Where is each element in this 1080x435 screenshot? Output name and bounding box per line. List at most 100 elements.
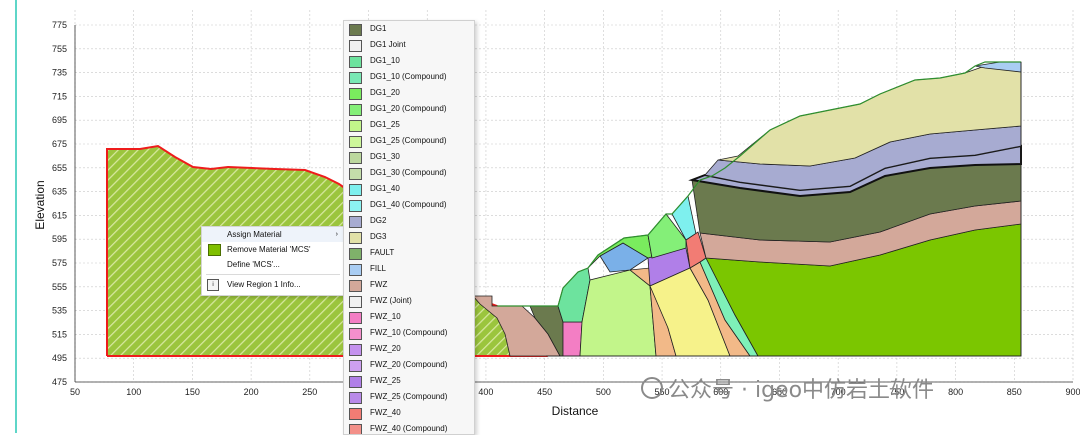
material-menu-label: DG1_25 [370,120,400,129]
y-tick-label: 655 [52,163,67,173]
material-menu-item[interactable]: DG1_10 (Compound) [344,69,474,85]
y-tick-label: 695 [52,115,67,125]
material-menu-label: FWZ (Joint) [370,296,412,305]
material-menu-label: FWZ [370,280,388,289]
y-tick-label: 715 [52,91,67,101]
y-tick-label: 755 [52,44,67,54]
material-menu-item[interactable]: FWZ_20 (Compound) [344,357,474,373]
material-menu-label: DG1 [370,24,387,33]
material-menu-label: FWZ_25 [370,376,401,385]
material-menu-item[interactable]: DG1 Joint [344,37,474,53]
y-tick-label: 775 [52,20,67,30]
material-swatch-icon [349,312,362,324]
x-tick-label: 200 [244,387,259,397]
material-swatch-icon [349,344,362,356]
y-tick-label: 475 [52,377,67,387]
material-menu-label: DG3 [370,232,387,241]
material-menu-item[interactable]: FWZ [344,277,474,293]
material-menu-item[interactable]: DG1_30 [344,149,474,165]
material-swatch-icon [349,136,362,148]
material-menu-label: FWZ_20 [370,344,401,353]
y-tick-label: 535 [52,306,67,316]
material-swatch-icon [349,152,362,164]
model-canvas[interactable]: 5010015020025030035040045050055060065070… [0,0,1080,433]
material-menu-label: DG1_10 [370,56,400,65]
material-menu-item[interactable]: FWZ_10 (Compound) [344,325,474,341]
material-menu-item[interactable]: DG1_40 [344,181,474,197]
x-tick-label: 900 [1065,387,1080,397]
material-swatch-icon [349,248,362,260]
region-dg1-25[interactable] [579,269,657,357]
menu-separator [206,274,340,275]
material-menu-label: FWZ_40 (Compound) [370,424,448,433]
material-menu-item[interactable]: FAULT [344,245,474,261]
info-icon: i [207,279,219,291]
material-menu-label: FILL [370,264,387,273]
material-swatch-icon [349,264,362,276]
material-menu-item[interactable]: DG3 [344,229,474,245]
material-swatch-icon [349,200,362,212]
x-axis-title: Distance [552,404,599,418]
region-context-menu: Assign Material › Remove Material 'MCS' … [201,226,345,296]
x-tick-label: 500 [596,387,611,397]
material-menu-item[interactable]: FWZ_20 [344,341,474,357]
menu-view-region-info[interactable]: i View Region 1 Info... [202,277,344,292]
material-swatch-icon [349,296,362,308]
region-fwz10[interactable] [562,321,583,357]
material-menu-item[interactable]: FWZ_40 [344,405,474,421]
material-menu-item[interactable]: FWZ_25 (Compound) [344,389,474,405]
material-menu-item[interactable]: DG1_20 (Compound) [344,101,474,117]
material-swatch-icon [349,120,362,132]
material-swatch-icon [349,72,362,84]
y-tick-label: 675 [52,139,67,149]
x-tick-label: 250 [302,387,317,397]
material-menu-item[interactable]: DG1_20 [344,85,474,101]
material-menu-label: DG1_20 (Compound) [370,104,447,113]
material-swatch-icon [349,216,362,228]
y-tick-label: 595 [52,234,67,244]
material-menu-item[interactable]: FWZ_25 [344,373,474,389]
material-menu-label: DG1_25 (Compound) [370,136,447,145]
y-tick-label: 615 [52,210,67,220]
material-menu-item[interactable]: DG1 [344,21,474,37]
material-swatch-icon [349,392,362,404]
material-menu-item[interactable]: DG1_30 (Compound) [344,165,474,181]
material-menu-item[interactable]: DG1_25 [344,117,474,133]
x-tick-label: 850 [1007,387,1022,397]
material-menu-item[interactable]: DG2 [344,213,474,229]
material-swatch-icon [349,280,362,292]
x-tick-label: 100 [126,387,141,397]
material-menu-item[interactable]: FWZ (Joint) [344,293,474,309]
y-tick-label: 515 [52,329,67,339]
material-menu-label: DG1_40 (Compound) [370,200,447,209]
material-swatch-icon [349,376,362,388]
material-swatch-icon [349,360,362,372]
material-menu-item[interactable]: DG1_40 (Compound) [344,197,474,213]
material-swatch-icon [349,24,362,36]
material-menu-item[interactable]: FWZ_10 [344,309,474,325]
material-menu-label: DG1_40 [370,184,400,193]
material-menu-label: DG1_30 (Compound) [370,168,447,177]
y-tick-label: 555 [52,282,67,292]
material-menu-item[interactable]: DG1_25 (Compound) [344,133,474,149]
material-swatch-icon [349,56,362,68]
y-tick-label: 495 [52,353,67,363]
y-tick-label: 735 [52,68,67,78]
x-tick-label: 800 [948,387,963,397]
material-menu-label: DG2 [370,216,387,225]
material-menu-item[interactable]: FILL [344,261,474,277]
menu-define-material[interactable]: Define 'MCS'... [202,257,344,272]
material-menu-label: DG1_10 (Compound) [370,72,447,81]
material-menu-item[interactable]: DG1_10 [344,53,474,69]
x-tick-label: 450 [537,387,552,397]
material-menu-label: FWZ_10 [370,312,401,321]
mcs-swatch-icon [208,244,221,256]
material-swatch-icon [349,168,362,180]
menu-remove-material[interactable]: Remove Material 'MCS' [202,242,344,257]
menu-assign-material-label: Assign Material [227,230,282,239]
menu-remove-material-label: Remove Material 'MCS' [227,245,311,254]
material-submenu: DG1 DG1 Joint DG1_10 DG1_10 (Compound) DG1_2… [343,20,475,435]
material-swatch-icon [349,104,362,116]
menu-assign-material[interactable]: Assign Material › [202,227,344,242]
material-menu-label: DG1_20 [370,88,400,97]
